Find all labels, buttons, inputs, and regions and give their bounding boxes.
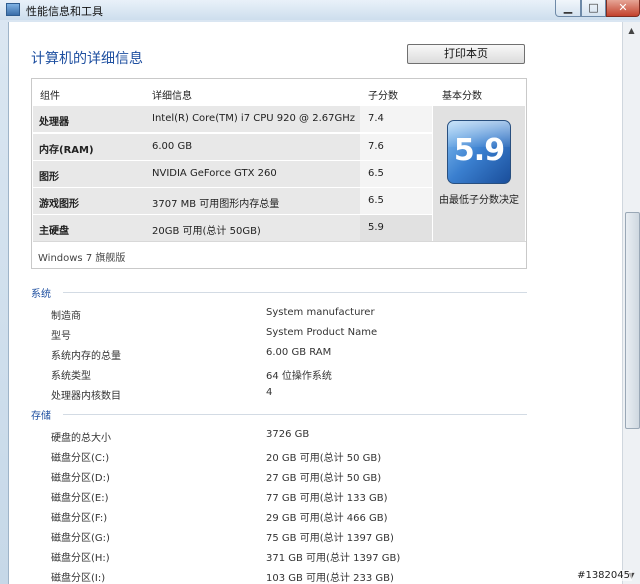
base-score-caption: 由最低子分数决定	[439, 195, 519, 206]
storage-value: 103 GB 可用(总计 233 GB)	[266, 573, 394, 584]
windows-edition: Windows 7 旗舰版	[38, 253, 126, 264]
component-name: 图形	[39, 172, 59, 183]
system-value: System Product Name	[266, 327, 378, 338]
window-title: 性能信息和工具	[26, 5, 103, 18]
close-button[interactable]: ✕	[606, 0, 640, 17]
component-details: Intel(R) Core(TM) i7 CPU 920 @ 2.67GHz	[152, 113, 355, 124]
component-name: 游戏图形	[39, 199, 79, 210]
system-value: 64 位操作系统	[266, 371, 332, 382]
close-icon: ✕	[618, 1, 628, 14]
scroll-up-icon[interactable]: ▲	[623, 22, 640, 39]
performance-window: 性能信息和工具 ▁ □ ✕ 计算机的详细信息 打印本页 组件 详细信息 子分数 …	[0, 0, 640, 584]
title-bar[interactable]: 性能信息和工具 ▁ □ ✕	[0, 0, 640, 20]
storage-value: 77 GB 可用(总计 133 GB)	[266, 493, 388, 504]
vertical-scrollbar[interactable]: ▲ ▼	[622, 22, 640, 584]
storage-label: 硬盘的总大小	[51, 433, 111, 444]
minimize-button[interactable]: ▁	[555, 0, 581, 17]
score-table: 组件 详细信息 子分数 基本分数 处理器 Intel(R) Core(TM) i…	[31, 78, 527, 269]
performance-icon	[6, 3, 20, 16]
content-pane: 计算机的详细信息 打印本页 组件 详细信息 子分数 基本分数 处理器 Intel…	[8, 22, 624, 584]
header-subscore: 子分数	[368, 91, 398, 102]
minimize-icon: ▁	[563, 1, 573, 14]
watermark-text: #1382045	[575, 570, 632, 581]
system-value: 4	[266, 387, 273, 398]
score-row-graphics: 图形 NVIDIA GeForce GTX 260 6.5	[33, 161, 432, 187]
header-component: 组件	[40, 91, 60, 102]
component-name: 内存(RAM)	[39, 145, 94, 156]
scroll-thumb[interactable]	[625, 212, 640, 429]
component-details: 6.00 GB	[152, 141, 193, 152]
storage-label: 磁盘分区(G:)	[51, 533, 110, 544]
system-label: 系统类型	[51, 371, 91, 382]
component-name: 处理器	[39, 117, 69, 128]
component-details: 20GB 可用(总计 50GB)	[152, 226, 261, 237]
base-score-panel: 5.9 由最低子分数决定	[433, 106, 525, 242]
storage-value: 75 GB 可用(总计 1397 GB)	[266, 533, 394, 544]
print-page-button[interactable]: 打印本页	[407, 44, 525, 64]
system-section-heading: 系统	[31, 289, 51, 300]
system-label: 系统内存的总量	[51, 351, 121, 362]
storage-value: 20 GB 可用(总计 50 GB)	[266, 453, 382, 464]
component-subscore: 6.5	[368, 195, 384, 206]
system-label: 制造商	[51, 311, 81, 322]
component-subscore: 5.9	[368, 222, 384, 233]
score-row-gaming-graphics: 游戏图形 3707 MB 可用图形内存总量 6.5	[33, 188, 432, 214]
system-value: System manufacturer	[266, 307, 375, 318]
storage-section-heading: 存储	[31, 411, 51, 422]
header-base-score: 基本分数	[442, 91, 482, 102]
header-details: 详细信息	[152, 91, 192, 102]
storage-label: 磁盘分区(C:)	[51, 453, 110, 464]
system-label: 处理器内核数目	[51, 391, 121, 402]
storage-label: 磁盘分区(I:)	[51, 573, 106, 584]
component-subscore: 6.5	[368, 168, 384, 179]
component-details: 3707 MB 可用图形内存总量	[152, 199, 280, 210]
maximize-icon: □	[588, 1, 599, 14]
storage-value: 29 GB 可用(总计 466 GB)	[266, 513, 388, 524]
storage-value: 27 GB 可用(总计 50 GB)	[266, 473, 382, 484]
component-name: 主硬盘	[39, 226, 69, 237]
score-row-primary-disk: 主硬盘 20GB 可用(总计 50GB) 5.9	[33, 215, 432, 241]
storage-label: 磁盘分区(D:)	[51, 473, 110, 484]
base-score-value: 5.9	[453, 133, 505, 168]
storage-value: 3726 GB	[266, 429, 310, 440]
section-divider	[63, 292, 527, 293]
score-row-memory: 内存(RAM) 6.00 GB 7.6	[33, 134, 432, 160]
component-subscore: 7.6	[368, 141, 384, 152]
score-row-processor: 处理器 Intel(R) Core(TM) i7 CPU 920 @ 2.67G…	[33, 106, 432, 132]
storage-label: 磁盘分区(H:)	[51, 553, 110, 564]
base-score-badge: 5.9	[447, 120, 511, 184]
section-divider	[63, 414, 527, 415]
storage-label: 磁盘分区(F:)	[51, 513, 108, 524]
system-label: 型号	[51, 331, 71, 342]
page-title: 计算机的详细信息	[31, 51, 143, 67]
storage-value: 371 GB 可用(总计 1397 GB)	[266, 553, 401, 564]
component-details: NVIDIA GeForce GTX 260	[152, 168, 277, 179]
component-subscore: 7.4	[368, 113, 384, 124]
maximize-button[interactable]: □	[581, 0, 606, 17]
system-value: 6.00 GB RAM	[266, 347, 332, 358]
storage-label: 磁盘分区(E:)	[51, 493, 109, 504]
